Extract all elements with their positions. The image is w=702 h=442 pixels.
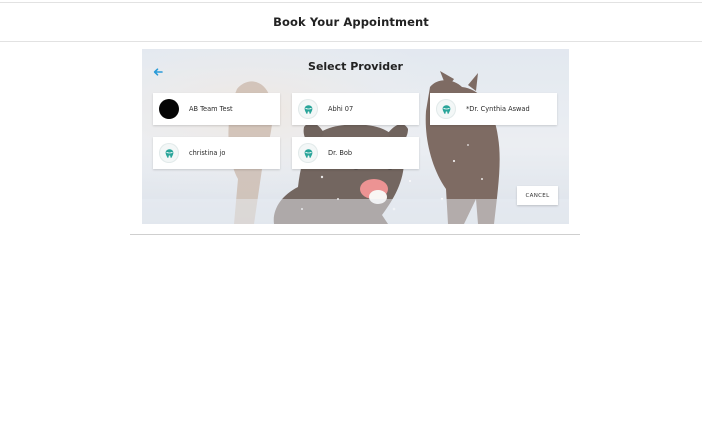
provider-tile-christina-jo[interactable]: christina jo <box>153 137 280 169</box>
avatar <box>159 99 179 119</box>
provider-tile-dr-cynthia-aswad[interactable]: *Dr. Cynthia Aswad <box>430 93 557 125</box>
provider-name: AB Team Test <box>189 105 233 113</box>
provider-name: *Dr. Cynthia Aswad <box>466 105 530 113</box>
tooth-logo-icon <box>298 143 318 163</box>
tooth-logo-icon <box>436 99 456 119</box>
select-provider-panel: Select Provider AB Team Test Abhi 07 *Dr… <box>142 49 569 224</box>
provider-name: Abhi 07 <box>328 105 354 113</box>
bottom-divider <box>130 234 580 235</box>
provider-tile-abhi-07[interactable]: Abhi 07 <box>292 93 419 125</box>
provider-tile-ab-team-test[interactable]: AB Team Test <box>153 93 280 125</box>
tooth-logo-icon <box>159 143 179 163</box>
provider-name: Dr. Bob <box>328 149 353 157</box>
provider-tile-dr-bob[interactable]: Dr. Bob <box>292 137 419 169</box>
tooth-logo-icon <box>298 99 318 119</box>
modal-title: Select Provider <box>308 60 403 73</box>
cancel-button[interactable]: CANCEL <box>517 186 558 205</box>
provider-name: christina jo <box>189 149 226 157</box>
page-title: Book Your Appointment <box>273 15 429 29</box>
page-header: Book Your Appointment <box>0 3 702 42</box>
